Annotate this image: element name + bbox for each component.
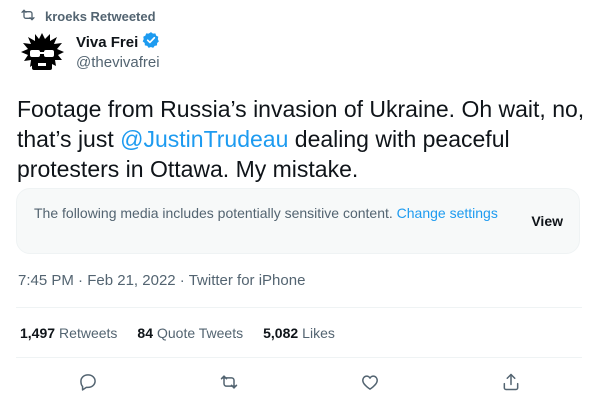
- reply-icon[interactable]: [76, 370, 100, 394]
- tweet-meta: 7:45 PM · Feb 21, 2022 · Twitter for iPh…: [18, 272, 305, 289]
- retweet-small-icon: [20, 7, 36, 26]
- tweet-date[interactable]: Feb 21, 2022: [87, 272, 175, 289]
- change-settings-link[interactable]: Change settings: [397, 205, 498, 221]
- quote-tweets-count: 84: [137, 325, 153, 341]
- likes-stat[interactable]: 5,082 Likes: [263, 325, 335, 341]
- divider: [16, 357, 582, 358]
- likes-label: Likes: [302, 325, 335, 341]
- warning-text: The following media includes potentially…: [34, 205, 393, 221]
- author-block: Viva Frei @thevivafrei: [76, 32, 160, 71]
- retweeted-by-line[interactable]: kroeks Retweeted: [20, 6, 156, 26]
- retweeted-by-label: kroeks Retweeted: [45, 8, 156, 24]
- avatar[interactable]: [18, 30, 66, 78]
- retweets-count: 1,497: [20, 325, 56, 341]
- meta-separator: ·: [175, 272, 189, 289]
- warning-message: The following media includes potentially…: [34, 203, 504, 223]
- quote-tweets-stat[interactable]: 84 Quote Tweets: [137, 325, 243, 341]
- like-icon[interactable]: [358, 370, 382, 394]
- author-name[interactable]: Viva Frei: [76, 34, 138, 51]
- action-bar: [0, 370, 598, 396]
- tweet-time[interactable]: 7:45 PM: [18, 272, 74, 289]
- mention-link[interactable]: @JustinTrudeau: [120, 126, 288, 152]
- view-button[interactable]: View: [531, 213, 563, 229]
- likes-count: 5,082: [263, 325, 299, 341]
- verified-badge-icon: [142, 31, 160, 53]
- engagement-stats: 1,497 Retweets 84 Quote Tweets 5,082 Likes: [20, 325, 335, 341]
- share-icon[interactable]: [499, 370, 523, 394]
- tweet-text: Footage from Russia’s invasion of Ukrain…: [17, 94, 587, 184]
- retweets-stat[interactable]: 1,497 Retweets: [20, 325, 117, 341]
- sensitive-content-warning: The following media includes potentially…: [16, 188, 580, 254]
- divider: [16, 307, 582, 308]
- retweet-icon[interactable]: [217, 370, 241, 394]
- quote-tweets-label: Quote Tweets: [156, 325, 244, 341]
- retweets-label: Retweets: [59, 325, 118, 341]
- tweet-source[interactable]: Twitter for iPhone: [189, 272, 306, 289]
- author-handle[interactable]: @thevivafrei: [76, 54, 160, 71]
- meta-separator: ·: [73, 272, 88, 289]
